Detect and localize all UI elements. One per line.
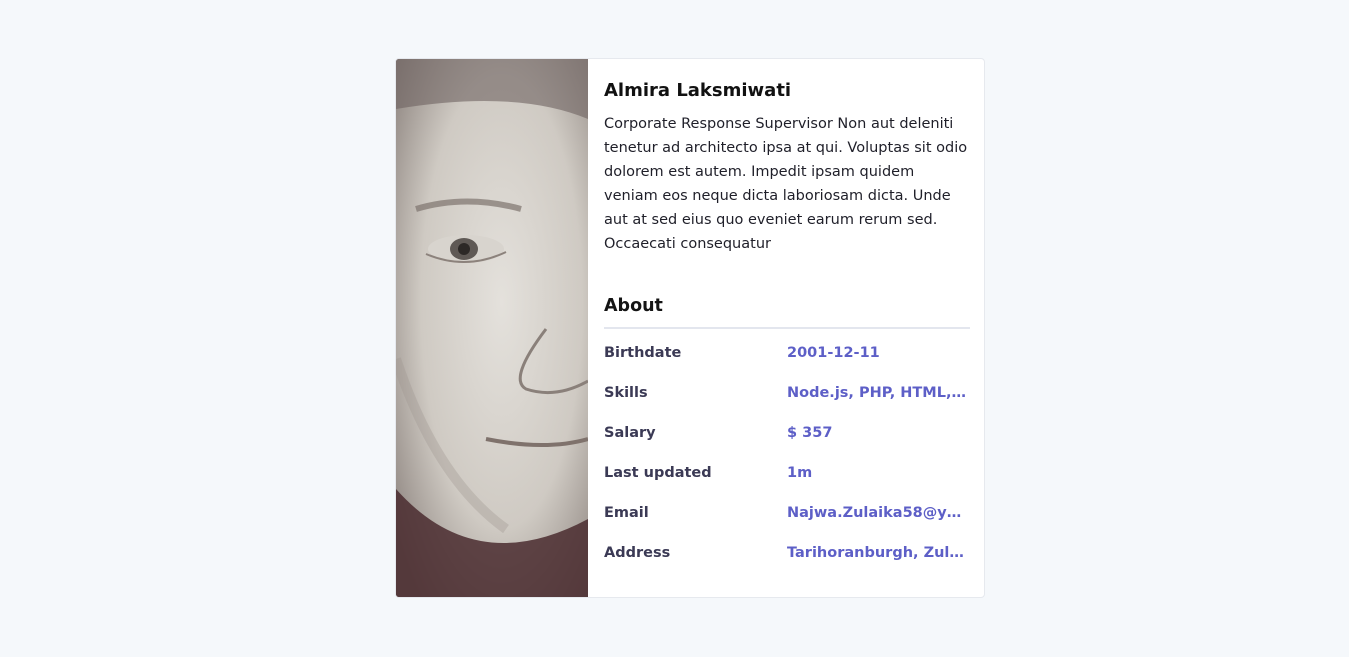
detail-value: $ 357 — [787, 425, 833, 441]
profile-card: Almira Laksmiwati Corporate Response Sup… — [395, 58, 985, 598]
detail-label: Email — [604, 505, 649, 521]
about-heading: About — [604, 294, 970, 329]
detail-row-birthdate: Birthdate 2001-12-11 — [604, 345, 970, 385]
detail-value: 2001-12-11 — [787, 345, 880, 361]
detail-value: Node.js, PHP, HTML, CSS — [787, 385, 970, 401]
detail-row-address: Address Tarihoranburgh, Zulaika — [604, 545, 970, 585]
detail-value: 1m — [787, 465, 813, 481]
profile-content: Almira Laksmiwati Corporate Response Sup… — [588, 59, 984, 597]
profile-bio: Corporate Response Supervisor Non aut de… — [604, 116, 968, 252]
about-details: Birthdate 2001-12-11 Skills Node.js, PHP… — [604, 345, 970, 585]
detail-label: Skills — [604, 385, 648, 401]
profile-name: Almira Laksmiwati — [604, 80, 792, 101]
detail-label: Address — [604, 545, 671, 561]
email-link[interactable]: Najwa.Zulaika58@yahoo.com — [787, 505, 970, 521]
profile-photo — [396, 59, 588, 597]
detail-row-skills: Skills Node.js, PHP, HTML, CSS — [604, 385, 970, 425]
detail-label: Last updated — [604, 465, 712, 481]
detail-row-email: Email Najwa.Zulaika58@yahoo.com — [604, 505, 970, 545]
detail-row-salary: Salary $ 357 — [604, 425, 970, 465]
address-value: Tarihoranburgh, Zulaika — [787, 545, 970, 561]
face-portrait-image — [396, 59, 588, 597]
detail-label: Salary — [604, 425, 656, 441]
detail-label: Birthdate — [604, 345, 682, 361]
detail-row-last-updated: Last updated 1m — [604, 465, 970, 505]
